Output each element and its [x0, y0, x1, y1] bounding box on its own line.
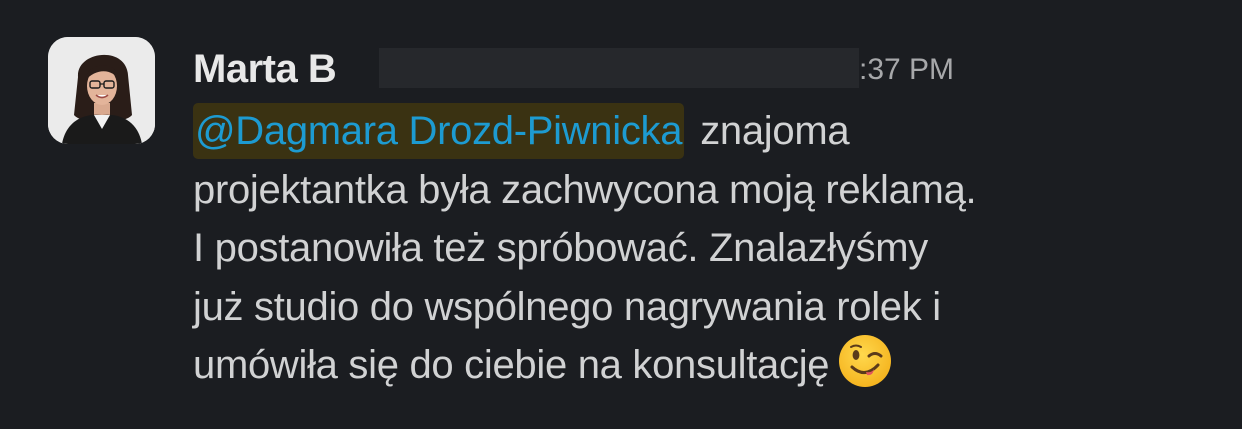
message-line: @Dagmara Drozd-Piwnicka znajoma: [193, 102, 1203, 161]
user-photo-icon: [48, 37, 155, 144]
message-line: I postanowiła też spróbować. Znalazłyśmy: [193, 226, 928, 270]
author-name[interactable]: Marta B: [193, 44, 337, 94]
avatar[interactable]: [48, 37, 155, 144]
timestamp[interactable]: :37 PM: [859, 50, 954, 90]
message-line: umówiła się do ciebie na konsultację: [193, 333, 1203, 395]
message-text: znajoma: [700, 109, 850, 153]
message-text: umówiła się do ciebie na konsultację: [193, 343, 830, 387]
chat-message: Marta B :37 PM @Dagmara Drozd-Piwnicka zn…: [0, 0, 1242, 429]
winking-face-icon: [837, 333, 893, 389]
message-body: @Dagmara Drozd-Piwnicka znajoma projektan…: [193, 102, 1203, 395]
message-line: projektantka była zachwycona moją reklam…: [193, 167, 977, 212]
message-line: już studio do wspólnego nagrywania rolek…: [193, 284, 941, 329]
redaction-bar: [379, 48, 859, 88]
user-mention[interactable]: @Dagmara Drozd-Piwnicka: [193, 103, 685, 159]
